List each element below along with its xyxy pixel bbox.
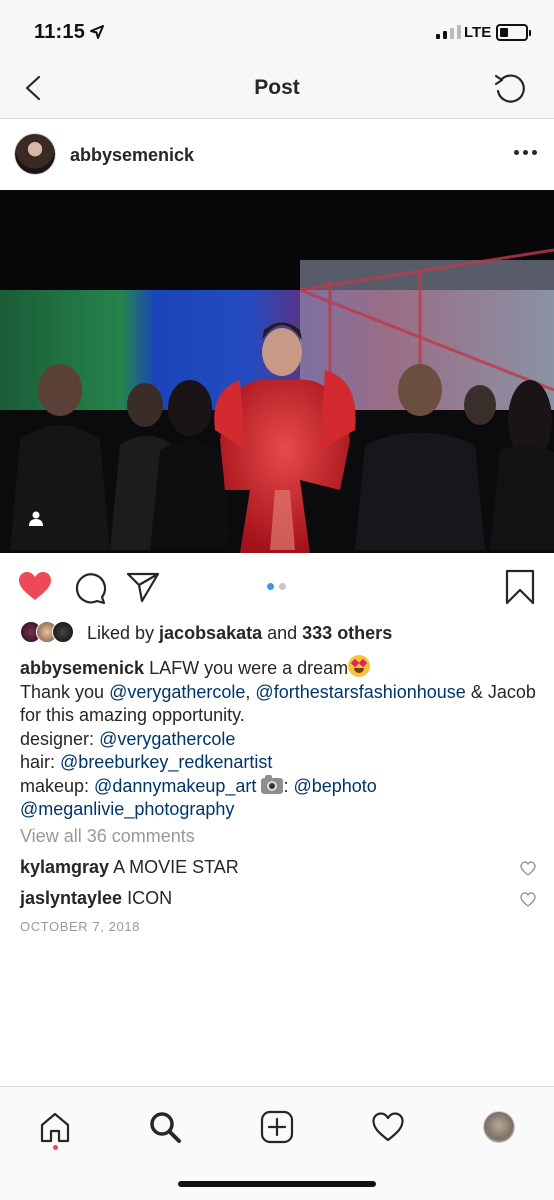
likes-others[interactable]: 333 others bbox=[302, 623, 392, 643]
mention-link[interactable]: @forthestarsfashionhouse bbox=[255, 682, 465, 702]
mention-link[interactable]: @dannymakeup_art bbox=[94, 776, 256, 796]
tab-new-post[interactable] bbox=[257, 1107, 297, 1147]
post-header: abbysemenick bbox=[0, 120, 554, 190]
comment-text: A MOVIE STAR bbox=[109, 857, 239, 877]
mention-link[interactable]: @verygathercole bbox=[109, 682, 245, 702]
comment-username[interactable]: jaslyntaylee bbox=[20, 888, 122, 908]
runway-photo bbox=[0, 190, 554, 553]
photo-separator: : bbox=[283, 775, 294, 796]
caption: abbysemenick LAFW you were a dream Thank… bbox=[20, 655, 540, 822]
status-bar: 11:15 LTE bbox=[0, 0, 554, 64]
activity-dot bbox=[53, 1145, 58, 1150]
location-arrow-icon bbox=[90, 25, 104, 39]
comment-username[interactable]: kylamgray bbox=[20, 857, 109, 877]
view-all-comments-link[interactable]: View all 36 comments bbox=[20, 826, 195, 847]
heart-icon bbox=[372, 1112, 404, 1142]
profile-avatar bbox=[483, 1111, 515, 1143]
post-actions bbox=[0, 565, 554, 609]
home-icon bbox=[40, 1112, 70, 1143]
star-struck-emoji-icon bbox=[348, 655, 371, 677]
ellipsis-icon[interactable] bbox=[514, 150, 537, 155]
comment-icon[interactable] bbox=[72, 571, 106, 605]
post-photo[interactable] bbox=[0, 190, 554, 553]
add-post-icon bbox=[260, 1110, 294, 1144]
likes-middle: and bbox=[262, 622, 303, 643]
likes-row[interactable]: Liked by jacobsakata and 333 others bbox=[20, 620, 392, 646]
page-title: Post bbox=[254, 76, 300, 99]
comment-like-icon[interactable] bbox=[520, 861, 536, 876]
mention-link[interactable]: @verygathercole bbox=[99, 729, 235, 749]
status-time: 11:15 bbox=[34, 21, 86, 43]
refresh-icon[interactable] bbox=[492, 70, 530, 108]
user-tag-icon[interactable] bbox=[28, 510, 44, 526]
hair-label: hair: bbox=[20, 752, 61, 772]
comment-row: kylamgray A MOVIE STAR bbox=[20, 857, 536, 881]
caption-comma: , bbox=[245, 681, 256, 702]
home-indicator[interactable] bbox=[178, 1181, 376, 1187]
post-date: OCTOBER 7, 2018 bbox=[20, 919, 141, 934]
heart-filled-icon[interactable] bbox=[17, 570, 53, 602]
network-label: LTE bbox=[464, 24, 492, 41]
tab-activity[interactable] bbox=[368, 1107, 408, 1147]
search-icon bbox=[150, 1112, 181, 1143]
caption-username[interactable]: abbysemenick bbox=[20, 658, 144, 678]
comment-text: ICON bbox=[122, 888, 173, 908]
makeup-label: makeup: bbox=[20, 775, 95, 796]
caption-line1: LAFW you were a dream bbox=[144, 658, 349, 678]
caption-line2-prefix: Thank you bbox=[20, 681, 110, 702]
nav-header: Post bbox=[0, 64, 554, 119]
tab-home[interactable] bbox=[35, 1107, 75, 1147]
carousel-dots bbox=[267, 583, 286, 590]
mention-link[interactable]: @meganlivie_photography bbox=[20, 799, 234, 819]
liker-avatars bbox=[20, 621, 80, 645]
battery-icon bbox=[496, 24, 531, 41]
post-username[interactable]: abbysemenick bbox=[70, 145, 194, 166]
likes-prefix: Liked by bbox=[87, 622, 160, 643]
comment-like-icon[interactable] bbox=[520, 892, 536, 907]
avatar[interactable] bbox=[14, 133, 56, 175]
mention-link[interactable]: @breeburkey_redkenartist bbox=[60, 752, 272, 772]
tab-profile[interactable] bbox=[479, 1107, 519, 1147]
share-icon[interactable] bbox=[126, 571, 160, 603]
liker-username[interactable]: jacobsakata bbox=[159, 623, 262, 643]
tab-search[interactable] bbox=[145, 1107, 185, 1147]
likes-text: Liked by jacobsakata and 333 others bbox=[87, 623, 392, 644]
camera-emoji-icon bbox=[261, 774, 284, 794]
bookmark-icon[interactable] bbox=[505, 569, 535, 605]
mention-link[interactable]: @bephoto bbox=[293, 776, 376, 796]
designer-label: designer: bbox=[20, 728, 100, 749]
comment-row: jaslyntaylee ICON bbox=[20, 888, 536, 912]
signal-icon bbox=[436, 25, 461, 39]
